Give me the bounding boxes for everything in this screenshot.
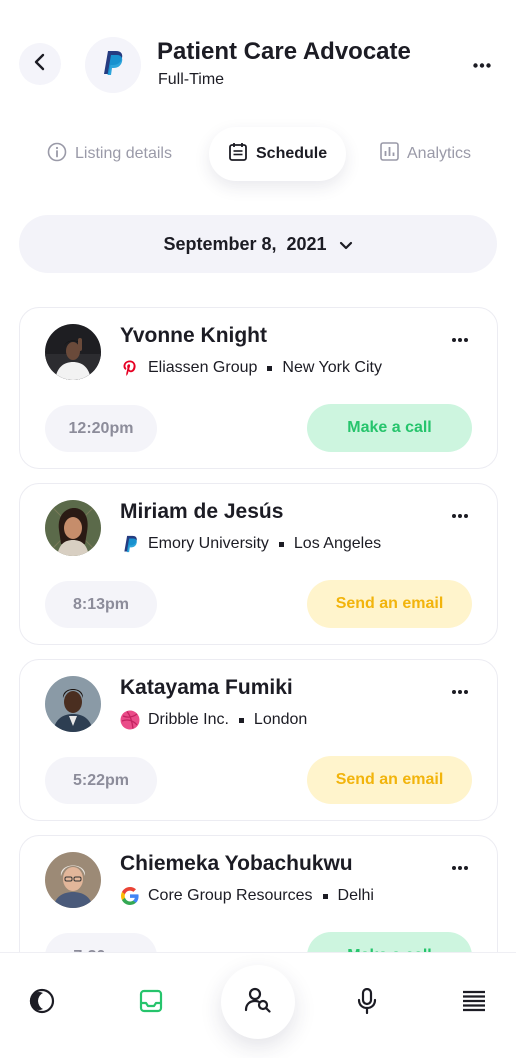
send-email-button[interactable]: Send an email: [307, 756, 472, 804]
tab-label: Listing details: [75, 145, 172, 162]
more-horizontal-icon: [452, 505, 468, 523]
nav-item-inbox[interactable]: [137, 989, 165, 1017]
candidate-name: Miriam de Jesús: [120, 500, 284, 523]
nav-item-search-candidates[interactable]: [221, 965, 295, 1039]
card-more-button[interactable]: [444, 504, 476, 524]
calendar-list-icon: [228, 142, 248, 167]
separator-dot: [238, 717, 244, 723]
separator-dot: [278, 541, 284, 547]
back-button[interactable]: [19, 43, 61, 85]
separator-dot: [322, 893, 328, 899]
user-search-icon: [244, 987, 272, 1018]
location: New York City: [282, 359, 382, 376]
tab-analytics[interactable]: Analytics: [380, 127, 471, 181]
inbox-icon: [139, 989, 163, 1018]
more-horizontal-icon: [473, 55, 491, 73]
nav-item-voice[interactable]: [353, 987, 381, 1019]
card-more-button[interactable]: [444, 680, 476, 700]
tab-bar: Listing details Schedule Analytics: [0, 125, 516, 183]
more-options-button[interactable]: [466, 52, 498, 76]
time-badge: 8:13pm: [45, 581, 157, 628]
bottom-navigation: [0, 952, 516, 1058]
company-name: Emory University: [148, 535, 269, 552]
card-more-button[interactable]: [444, 856, 476, 876]
candidate-name: Katayama Fumiki: [120, 676, 293, 699]
candidate-meta: Core Group Resources Delhi: [120, 886, 374, 906]
candidate-card[interactable]: Katayama Fumiki Dribble Inc. London 5:22…: [19, 659, 498, 821]
candidate-name: Chiemeka Yobachukwu: [120, 852, 353, 875]
app-screen: Patient Care Advocate Full-Time Listing …: [0, 0, 516, 1058]
chevron-down-icon: [339, 234, 353, 255]
time-badge: 12:20pm: [45, 405, 157, 452]
company-logo: [85, 37, 141, 93]
dribbble-logo-icon: [120, 710, 140, 730]
send-email-button[interactable]: Send an email: [307, 580, 472, 628]
job-type-label: Full-Time: [158, 71, 225, 88]
candidate-meta: Emory University Los Angeles: [120, 534, 381, 554]
avatar: [45, 324, 101, 380]
more-horizontal-icon: [452, 681, 468, 699]
menu-lines-icon: [462, 990, 486, 1017]
avatar: [45, 852, 101, 908]
tab-label: Schedule: [256, 145, 328, 162]
tab-label: Analytics: [407, 145, 472, 162]
card-more-button[interactable]: [444, 328, 476, 348]
make-call-button[interactable]: Make a call: [307, 404, 472, 452]
google-logo-icon: [120, 886, 140, 906]
company-name: Eliassen Group: [148, 359, 258, 376]
nav-item-activity[interactable]: [28, 988, 56, 1019]
location: Los Angeles: [293, 535, 382, 552]
location: Delhi: [337, 887, 374, 904]
candidate-name: Yvonne Knight: [120, 324, 267, 347]
pinterest-logo-icon: [120, 358, 140, 378]
info-icon: [47, 142, 67, 167]
date-selector[interactable]: September 8, 2021: [19, 215, 497, 273]
candidate-card[interactable]: Miriam de Jesús Emory University Los Ang…: [19, 483, 498, 645]
tab-schedule[interactable]: Schedule: [209, 127, 347, 181]
avatar: [45, 676, 101, 732]
bar-chart-icon: [380, 142, 399, 166]
more-horizontal-icon: [452, 329, 468, 347]
paypal-logo-icon: [102, 50, 124, 81]
chevron-left-icon: [32, 53, 48, 76]
more-horizontal-icon: [452, 857, 468, 875]
company-name: Core Group Resources: [148, 887, 313, 904]
nav-item-menu[interactable]: [460, 989, 488, 1017]
location: London: [253, 711, 308, 728]
page-title: Patient Care Advocate: [157, 38, 411, 65]
time-badge: 5:22pm: [45, 757, 157, 804]
date-label: September 8, 2021: [163, 233, 327, 254]
candidate-meta: Eliassen Group New York City: [120, 358, 382, 378]
microphone-icon: [356, 987, 378, 1019]
paypal-logo-icon: [120, 534, 140, 554]
company-name: Dribble Inc.: [148, 711, 229, 728]
moon-circle-icon: [29, 988, 55, 1019]
candidate-card[interactable]: Yvonne Knight Eliassen Group New York Ci…: [19, 307, 498, 469]
tab-listing-details[interactable]: Listing details: [47, 127, 172, 181]
avatar: [45, 500, 101, 556]
candidate-meta: Dribble Inc. London: [120, 710, 307, 730]
separator-dot: [267, 365, 273, 371]
